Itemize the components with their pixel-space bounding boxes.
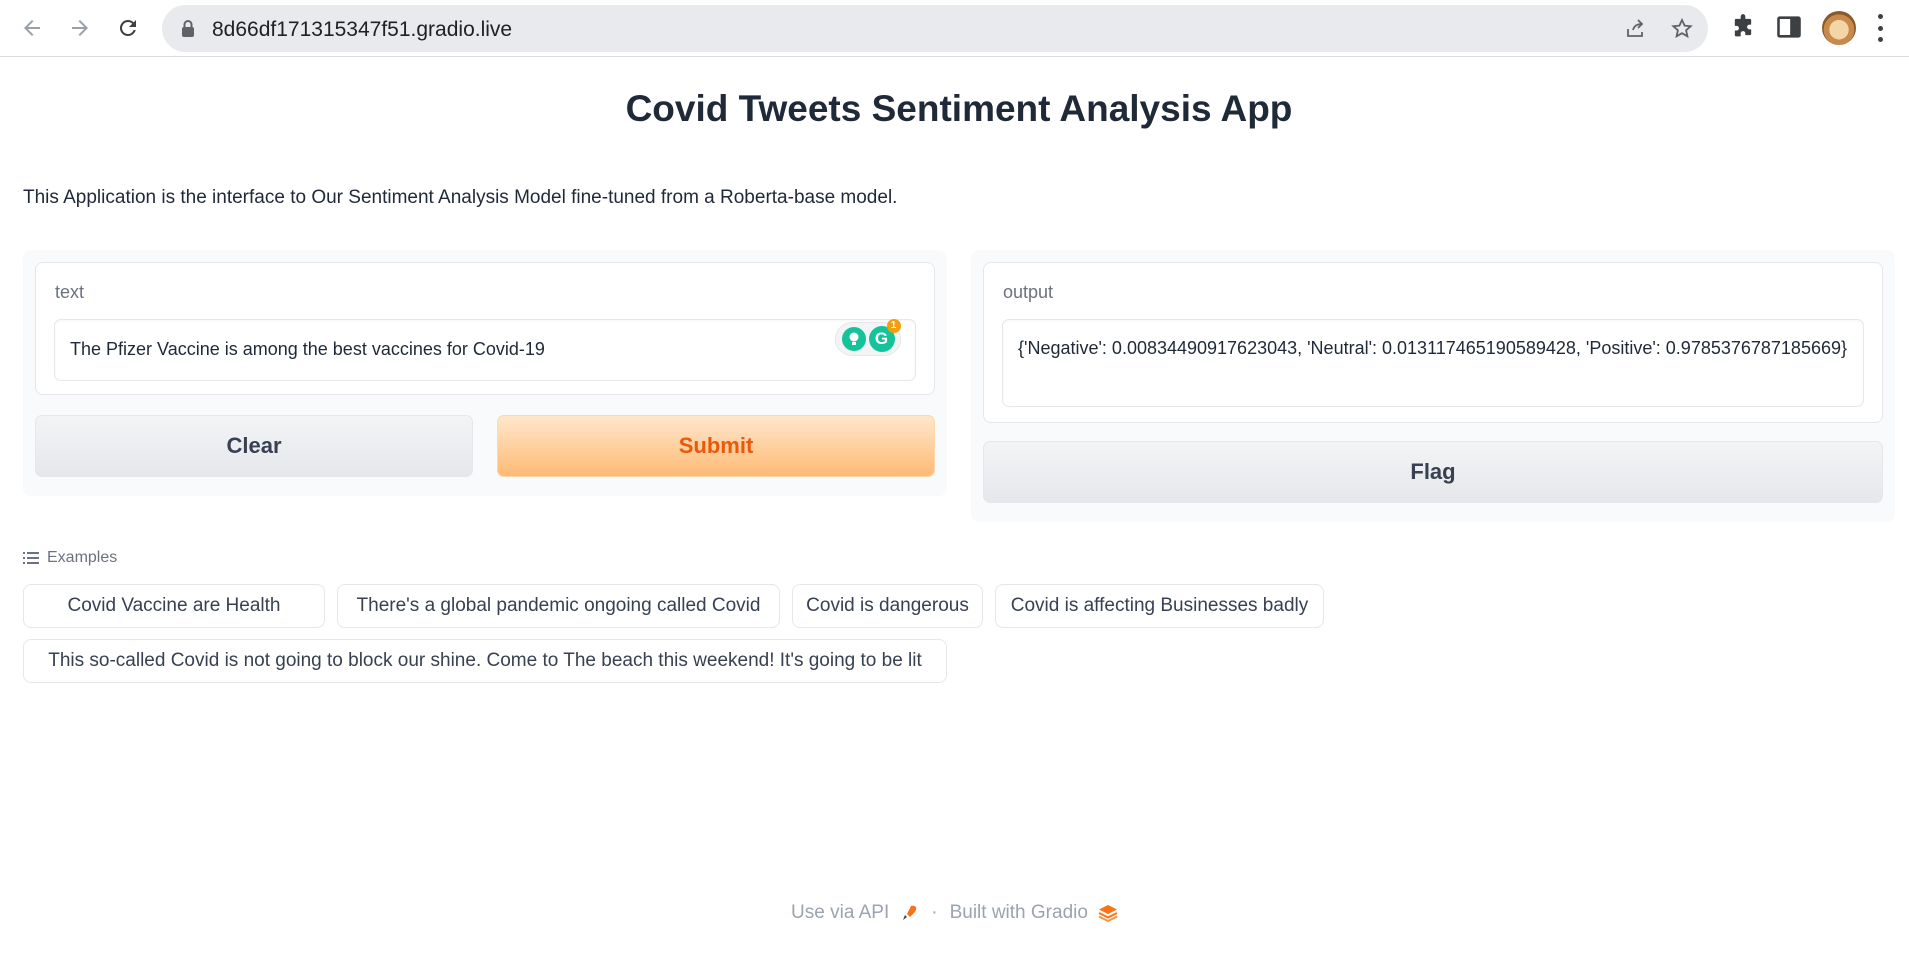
output-textbox[interactable]: {'Negative': 0.00834490917623043, 'Neutr… [1002,319,1864,407]
grammarly-badge: 1 [886,319,901,333]
clear-button[interactable]: Clear [35,415,473,477]
use-via-api-link[interactable]: Use via API [791,902,919,924]
browser-menu-kebab-icon[interactable] [1876,14,1884,42]
address-bar[interactable]: 8d66df171315347f51.gradio.live [162,5,1708,52]
lightbulb-icon [841,327,866,351]
profile-avatar[interactable] [1822,11,1856,45]
url-text: 8d66df171315347f51.gradio.live [212,18,513,41]
forward-button[interactable] [62,10,98,46]
input-panel: text The Pfizer Vaccine is among the bes… [23,250,947,496]
example-chip[interactable]: This so-called Covid is not going to blo… [23,639,947,683]
output-panel: output {'Negative': 0.00834490917623043,… [971,250,1895,522]
text-input-value: The Pfizer Vaccine is among the best vac… [70,339,545,359]
arrow-right-icon [72,20,88,36]
page-title: Covid Tweets Sentiment Analysis App [625,88,1293,129]
example-chip[interactable]: There's a global pandemic ongoing called… [337,584,780,628]
browser-toolbar: 8d66df171315347f51.gradio.live [0,0,1909,57]
lock-icon [182,20,194,37]
back-button[interactable] [14,10,50,46]
text-input-block: text The Pfizer Vaccine is among the bes… [35,262,935,395]
built-with-gradio-link[interactable]: Built with Gradio [950,902,1118,924]
grammarly-g-icon: G 1 [868,319,901,352]
list-icon [23,552,39,564]
rocket-icon [903,905,917,920]
bookmark-star-icon[interactable] [1670,17,1694,41]
text-input-field[interactable]: The Pfizer Vaccine is among the best vac… [54,319,916,381]
gradio-app: Covid Tweets Sentiment Analysis App This… [0,57,1909,955]
footer-separator: · [931,902,938,923]
use-via-api-label: Use via API [791,902,890,923]
side-panel-icon[interactable] [1775,13,1803,41]
reload-icon [119,19,136,36]
extensions-puzzle-icon[interactable] [1729,13,1757,41]
reload-button[interactable] [110,10,146,46]
submit-button[interactable]: Submit [497,415,935,477]
example-chip[interactable]: Covid Vaccine are Health [23,584,325,628]
example-chip[interactable]: Covid is dangerous [792,584,983,628]
share-icon[interactable] [1624,17,1648,41]
text-input-label: text [55,282,85,302]
output-block: output {'Negative': 0.00834490917623043,… [983,262,1883,423]
gradio-logo-icon [1098,905,1118,922]
grammarly-widget[interactable]: G 1 [835,319,901,356]
example-chip[interactable]: Covid is affecting Businesses badly [995,584,1324,628]
examples-header: Examples [23,549,117,567]
built-with-label: Built with Gradio [949,902,1088,923]
examples-heading: Examples [47,549,118,566]
footer: Use via API · Built with Gradio [0,902,1909,924]
app-description: This Application is the interface to Our… [23,187,898,208]
output-label: output [1003,282,1054,302]
arrow-left-icon [24,20,40,36]
flag-button[interactable]: Flag [983,441,1883,503]
